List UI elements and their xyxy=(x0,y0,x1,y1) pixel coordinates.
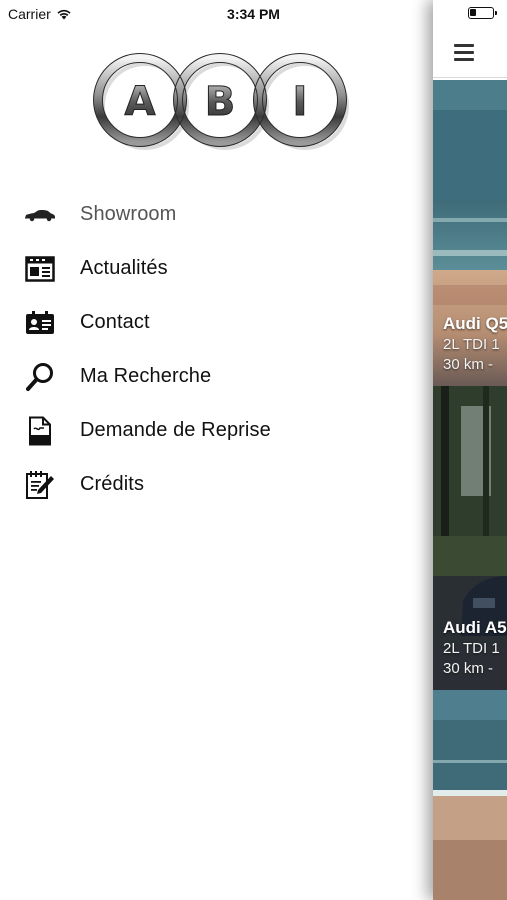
logo-letter-a: A xyxy=(125,79,156,125)
navigation-bar xyxy=(433,28,507,78)
battery-icon xyxy=(468,7,497,19)
menu-item-credits[interactable]: Crédits xyxy=(0,458,434,512)
car-listing-card[interactable]: Audi A5 2L TDI 1 30 km - xyxy=(433,386,507,690)
menu-item-demande-de-reprise[interactable]: Demande de Reprise xyxy=(0,404,434,458)
card-mileage: 30 km - xyxy=(443,356,494,373)
side-drawer: A B I Showroom Actualités Contact Ma Rec… xyxy=(0,0,434,900)
car-listing-card[interactable] xyxy=(433,690,507,900)
hamburger-menu-icon[interactable] xyxy=(454,44,476,61)
status-time: 3:34 PM xyxy=(227,6,280,22)
card-mileage: 30 km - xyxy=(443,660,494,677)
beach-photo xyxy=(433,690,507,900)
car-listing-card[interactable]: Audi Q5 2L TDI 1 30 km - xyxy=(433,80,507,386)
card-engine: 2L TDI 1 xyxy=(443,640,500,657)
status-bar: Carrier 3:34 PM xyxy=(0,0,507,28)
menu-label-actualites: Actualités xyxy=(80,257,168,279)
menu-item-ma-recherche[interactable]: Ma Recherche xyxy=(0,350,434,404)
drawer-menu: Showroom Actualités Contact Ma Recherche… xyxy=(0,188,434,512)
card-engine: 2L TDI 1 xyxy=(443,336,500,353)
menu-item-showroom[interactable]: Showroom xyxy=(0,188,434,242)
logo-letter-b: B xyxy=(205,79,236,125)
car-icon xyxy=(24,200,56,230)
card-title: Audi Q5 xyxy=(443,314,507,333)
edit-notepad-icon xyxy=(24,470,56,500)
document-icon xyxy=(24,416,56,446)
search-icon xyxy=(24,362,56,392)
abi-logo: A B I xyxy=(93,53,349,150)
newspaper-icon xyxy=(24,254,56,284)
contact-card-icon xyxy=(24,308,56,338)
card-title: Audi A5 xyxy=(443,618,507,637)
logo-letter-i: I xyxy=(293,79,308,125)
menu-label-demande-de-reprise: Demande de Reprise xyxy=(80,419,271,441)
menu-label-ma-recherche: Ma Recherche xyxy=(80,365,212,387)
main-content-panel[interactable]: Audi Q5 2L TDI 1 30 km - Audi A5 2L TDI … xyxy=(433,0,507,900)
menu-label-contact: Contact xyxy=(80,311,150,333)
menu-item-contact[interactable]: Contact xyxy=(0,296,434,350)
menu-item-actualites[interactable]: Actualités xyxy=(0,242,434,296)
menu-label-showroom: Showroom xyxy=(80,203,177,225)
menu-label-credits: Crédits xyxy=(80,473,145,495)
